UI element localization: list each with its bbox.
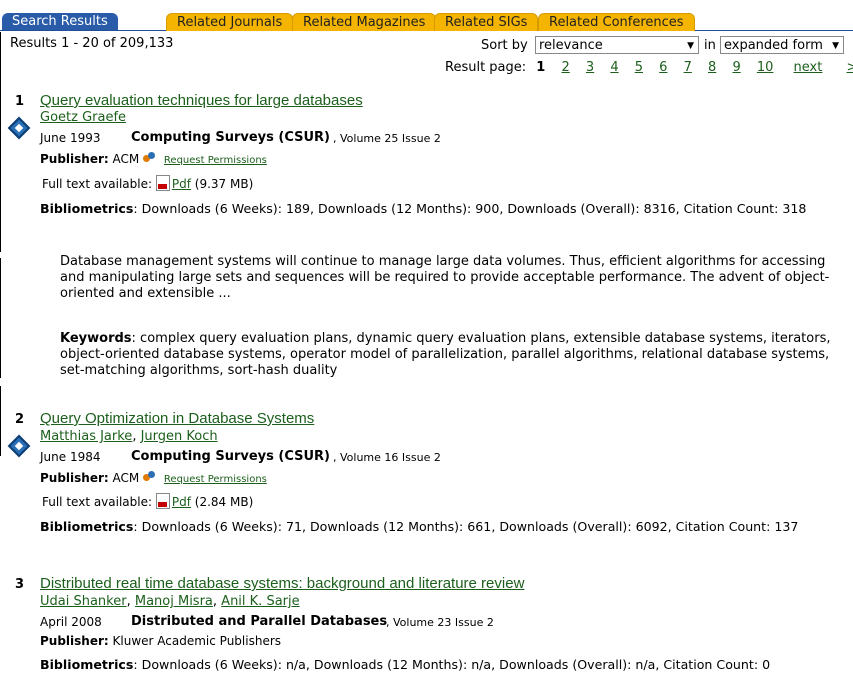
tab-related-conferences[interactable]: Related Conferences [538, 13, 695, 31]
bibliometrics: Bibliometrics: Downloads (6 Weeks): 189,… [40, 201, 806, 216]
venue: Distributed and Parallel Databases [131, 614, 388, 629]
results-count: Results 1 - 20 of 209,133 [10, 36, 174, 51]
fulltext-label: Full text available: [42, 177, 153, 191]
acm-icon [7, 434, 31, 458]
next-page-link[interactable]: next [794, 60, 823, 75]
pub-date: June 1984 [40, 450, 101, 464]
page-link[interactable]: 7 [684, 60, 692, 75]
publisher-name: ACM [112, 152, 140, 166]
sort-label: Sort by [481, 38, 528, 53]
left-divider [0, 258, 1, 378]
result-title-link[interactable]: Distributed real time database systems: … [40, 575, 524, 592]
acm-icon [7, 116, 31, 140]
permissions-icon [143, 471, 157, 482]
page-link[interactable]: 10 [757, 60, 774, 75]
left-divider [0, 32, 1, 252]
volume: , Volume 16 Issue 2 [333, 451, 441, 464]
pub-date: April 2008 [40, 615, 102, 629]
tab-search-results[interactable]: Search Results [2, 13, 118, 30]
pagination: Result page: 1 2 3 4 5 6 7 8 9 10 next >… [445, 60, 853, 75]
page-link[interactable]: 9 [732, 60, 740, 75]
page-link[interactable]: 5 [635, 60, 643, 75]
bibliometrics-values: : Downloads (6 Weeks): 71, Downloads (12… [133, 519, 799, 534]
author-link[interactable]: Goetz Graefe [40, 110, 126, 125]
venue: Computing Surveys (CSUR) [131, 130, 330, 145]
pdf-link[interactable]: Pdf [172, 495, 191, 509]
pdf-icon [155, 175, 170, 191]
author-link[interactable]: Udai Shanker [40, 594, 127, 609]
page-link[interactable]: 4 [610, 60, 618, 75]
authors: Matthias Jarke, Jurgen Koch [40, 429, 218, 444]
result-number: 3 [15, 577, 25, 592]
left-divider [0, 386, 1, 456]
page-link[interactable]: 8 [708, 60, 716, 75]
keywords: Keywords: complex query evaluation plans… [60, 331, 845, 379]
publisher-label: Publisher: [40, 634, 109, 648]
tab-related-journals[interactable]: Related Journals [166, 13, 294, 31]
sort-select[interactable]: relevance ▼ [535, 36, 699, 54]
pub-date: June 1993 [40, 131, 101, 145]
venue: Computing Surveys (CSUR) [131, 449, 330, 464]
page-link[interactable]: 2 [561, 60, 569, 75]
tab-related-sigs[interactable]: Related SIGs [434, 13, 539, 31]
result-number: 1 [15, 94, 25, 109]
author-link[interactable]: Anil K. Sarje [221, 594, 299, 609]
fulltext-row: Full text available: Pdf (9.37 MB) [42, 175, 253, 191]
publisher-name: ACM [112, 471, 140, 485]
chevron-down-icon: ▼ [832, 41, 839, 51]
tab-bar: Search Results Related Journals Related … [0, 13, 853, 31]
publisher-row: Publisher: ACM Request Permissions [40, 471, 267, 485]
author-link[interactable]: Manoj Misra [135, 594, 213, 609]
page-link[interactable]: 3 [586, 60, 594, 75]
permissions-icon [143, 152, 157, 163]
keywords-label: Keywords [60, 331, 132, 346]
request-permissions-link[interactable]: Request Permissions [164, 474, 267, 485]
bibliometrics-values: : Downloads (6 Weeks): n/a, Downloads (1… [133, 657, 771, 672]
keywords-values: : complex query evaluation plans, dynami… [60, 331, 831, 378]
bibliometrics-label: Bibliometrics [40, 519, 134, 534]
volume: , Volume 23 Issue 2 [386, 616, 494, 629]
pdf-size: (9.37 MB) [194, 177, 254, 191]
publisher-row: Publisher: Kluwer Academic Publishers [40, 634, 281, 648]
authors: Udai Shanker, Manoj Misra, Anil K. Sarje [40, 594, 300, 609]
bibliometrics: Bibliometrics: Downloads (6 Weeks): n/a,… [40, 657, 770, 672]
publisher-label: Publisher: [40, 471, 109, 485]
publisher-row: Publisher: ACM Request Permissions [40, 152, 267, 166]
pdf-icon [155, 493, 170, 509]
form-select-value: expanded form [724, 38, 823, 53]
result-title-link[interactable]: Query Optimization in Database Systems [40, 410, 314, 427]
chevron-down-icon: ▼ [687, 41, 694, 51]
author-link[interactable]: Matthias Jarke [40, 429, 132, 444]
bibliometrics-values: : Downloads (6 Weeks): 189, Downloads (1… [133, 201, 807, 216]
form-select[interactable]: expanded form ▼ [720, 36, 844, 54]
pdf-size: (2.84 MB) [194, 495, 254, 509]
fulltext-row: Full text available: Pdf (2.84 MB) [42, 493, 253, 509]
publisher-name: Kluwer Academic Publishers [112, 634, 282, 648]
request-permissions-link[interactable]: Request Permissions [164, 155, 267, 166]
result-number: 2 [15, 412, 25, 427]
sort-select-value: relevance [539, 38, 603, 53]
fulltext-label: Full text available: [42, 495, 153, 509]
page-link[interactable]: 6 [659, 60, 667, 75]
bibliometrics: Bibliometrics: Downloads (6 Weeks): 71, … [40, 519, 798, 534]
abstract: Database management systems will continu… [60, 254, 830, 301]
bibliometrics-label: Bibliometrics [40, 657, 134, 672]
current-page: 1 [536, 60, 546, 75]
author-link[interactable]: Jurgen Koch [141, 429, 218, 444]
bibliometrics-label: Bibliometrics [40, 201, 134, 216]
publisher-label: Publisher: [40, 152, 109, 166]
tab-related-magazines[interactable]: Related Magazines [292, 13, 437, 31]
last-page-link[interactable]: >> [847, 60, 853, 75]
result-page-label: Result page: [445, 60, 527, 75]
result-title-link[interactable]: Query evaluation techniques for large da… [40, 92, 363, 109]
in-label: in [704, 38, 716, 53]
volume: , Volume 25 Issue 2 [333, 132, 441, 145]
pdf-link[interactable]: Pdf [172, 177, 191, 191]
